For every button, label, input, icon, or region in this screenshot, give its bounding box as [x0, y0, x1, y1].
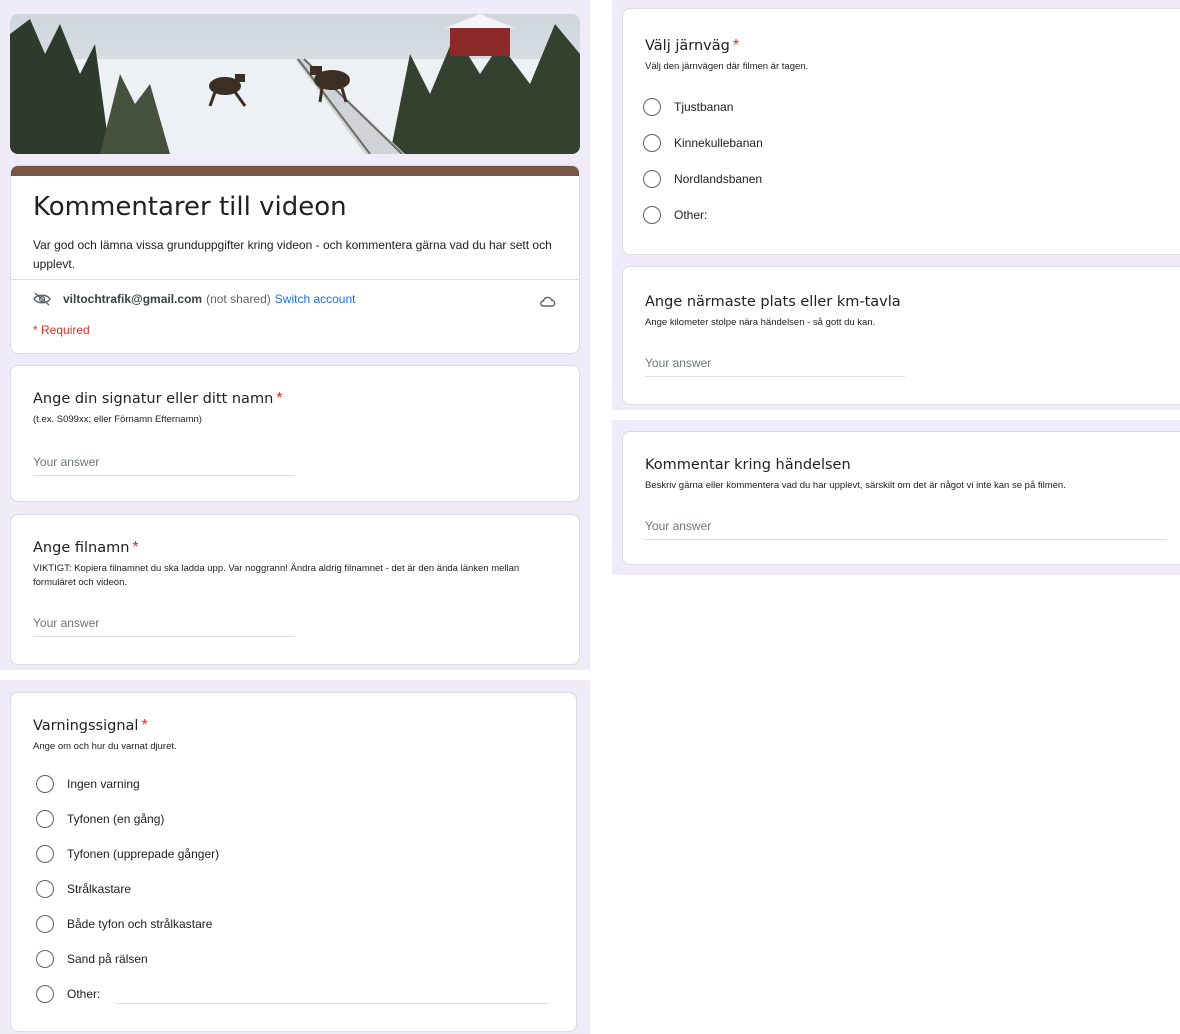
header-accent-bar — [11, 166, 579, 176]
question-help: Välj den järnvägen där filmen är tagen. — [645, 61, 809, 72]
question-title: Ange filnamn — [33, 540, 130, 556]
eye-off-icon — [33, 292, 51, 306]
radio-button[interactable] — [643, 170, 661, 188]
question-title: Varningssignal — [33, 718, 139, 734]
option-ingen-varning[interactable]: Ingen varning — [36, 775, 140, 793]
cloud-icon — [539, 294, 557, 313]
question-comment: Kommentar kring händelsen Beskriv gärna … — [622, 431, 1180, 565]
radio-button[interactable] — [36, 985, 54, 1003]
header-divider — [11, 279, 579, 280]
question-title: Ange närmaste plats eller km-tavla — [645, 294, 901, 310]
other-text-input[interactable] — [117, 1003, 549, 1004]
option-nordlandsbanen[interactable]: Nordlandsbanen — [643, 170, 762, 188]
required-asterisk: * — [132, 539, 139, 556]
question-help: (t.ex. S099xx; eller Förnamn Efternamn) — [33, 414, 202, 425]
question-help: Beskriv gärna eller kommentera vad du ha… — [645, 480, 1066, 491]
question-location: Ange närmaste plats eller km-tavla Ange … — [622, 266, 1180, 405]
option-label: Other: — [67, 987, 101, 1001]
option-tyfonen-en-gang[interactable]: Tyfonen (en gång) — [36, 810, 164, 828]
question-help: VIKTIGT: Kopiera filnamnet du ska ladda … — [33, 563, 520, 588]
radio-button[interactable] — [36, 775, 54, 793]
option-kinnekullebanan[interactable]: Kinnekullebanan — [643, 134, 763, 152]
radio-button[interactable] — [36, 880, 54, 898]
question-title: Ange din signatur eller ditt namn — [33, 391, 274, 407]
header-image — [10, 14, 580, 154]
option-label: Tyfonen (en gång) — [67, 812, 165, 826]
option-label: Både tyfon och strålkastare — [67, 917, 213, 931]
required-asterisk: * — [141, 717, 148, 734]
option-label: Sand på rälsen — [67, 952, 148, 966]
question-help: Ange kilometer stolpe nära händelsen - s… — [645, 317, 876, 328]
option-label: Tjustbanan — [674, 100, 734, 114]
filename-input[interactable]: Your answer — [33, 616, 295, 637]
radio-button[interactable] — [36, 810, 54, 828]
option-label: Other: — [674, 208, 708, 222]
question-title: Kommentar kring händelsen — [645, 457, 851, 473]
question-title: Välj järnväg — [645, 38, 730, 54]
radio-button[interactable] — [643, 134, 661, 152]
required-asterisk: * — [276, 390, 283, 407]
question-signature: Ange din signatur eller ditt namn * (t.ex… — [10, 365, 580, 502]
option-tjustbanan[interactable]: Tjustbanan — [643, 98, 733, 116]
radio-button[interactable] — [643, 98, 661, 116]
radio-button[interactable] — [36, 950, 54, 968]
switch-account-link[interactable]: Switch account — [275, 292, 356, 306]
account-row: viltochtrafik@gmail.com (not shared) Swi… — [33, 292, 356, 306]
option-label: Nordlandsbanen — [674, 172, 763, 186]
option-label: Ingen varning — [67, 777, 140, 791]
not-shared-label: (not shared) — [206, 292, 271, 306]
required-asterisk: * — [732, 37, 740, 54]
option-other[interactable]: Other: — [36, 985, 100, 1003]
option-tyfonen-upprepade[interactable]: Tyfonen (upprepade gånger) — [36, 845, 219, 863]
radio-button[interactable] — [36, 845, 54, 863]
location-input[interactable]: Your answer — [645, 356, 905, 377]
required-note: * Required — [33, 323, 90, 337]
option-stralkastare[interactable]: Strålkastare — [36, 880, 131, 898]
question-warning: Varningssignal * Ange om och hur du varna… — [10, 692, 577, 1032]
option-sand-pa-ralsen[interactable]: Sand på rälsen — [36, 950, 148, 968]
form-header-card: Kommentarer till videon Var god och lämn… — [10, 165, 580, 354]
form-title: Kommentarer till videon — [33, 192, 347, 222]
option-label: Kinnekullebanan — [674, 136, 763, 150]
option-other[interactable]: Other: — [643, 206, 707, 224]
radio-button[interactable] — [36, 915, 54, 933]
question-railway: Välj järnväg * Välj den järnvägen där fil… — [622, 8, 1180, 255]
option-bade-tyfon-och-stralkastare[interactable]: Både tyfon och strålkastare — [36, 915, 212, 933]
comment-input[interactable]: Your answer — [645, 519, 1167, 540]
question-help: Ange om och hur du varnat djuret. — [33, 741, 177, 752]
account-email: viltochtrafik@gmail.com — [63, 292, 203, 306]
question-filename: Ange filnamn * VIKTIGT: Kopiera filnamnet… — [10, 514, 580, 665]
radio-button[interactable] — [643, 206, 661, 224]
form-description: Var god och lämna vissa grunduppgifter k… — [33, 238, 552, 271]
signature-input[interactable]: Your answer — [33, 455, 295, 476]
option-label: Tyfonen (upprepade gånger) — [67, 847, 220, 861]
option-label: Strålkastare — [67, 882, 132, 896]
